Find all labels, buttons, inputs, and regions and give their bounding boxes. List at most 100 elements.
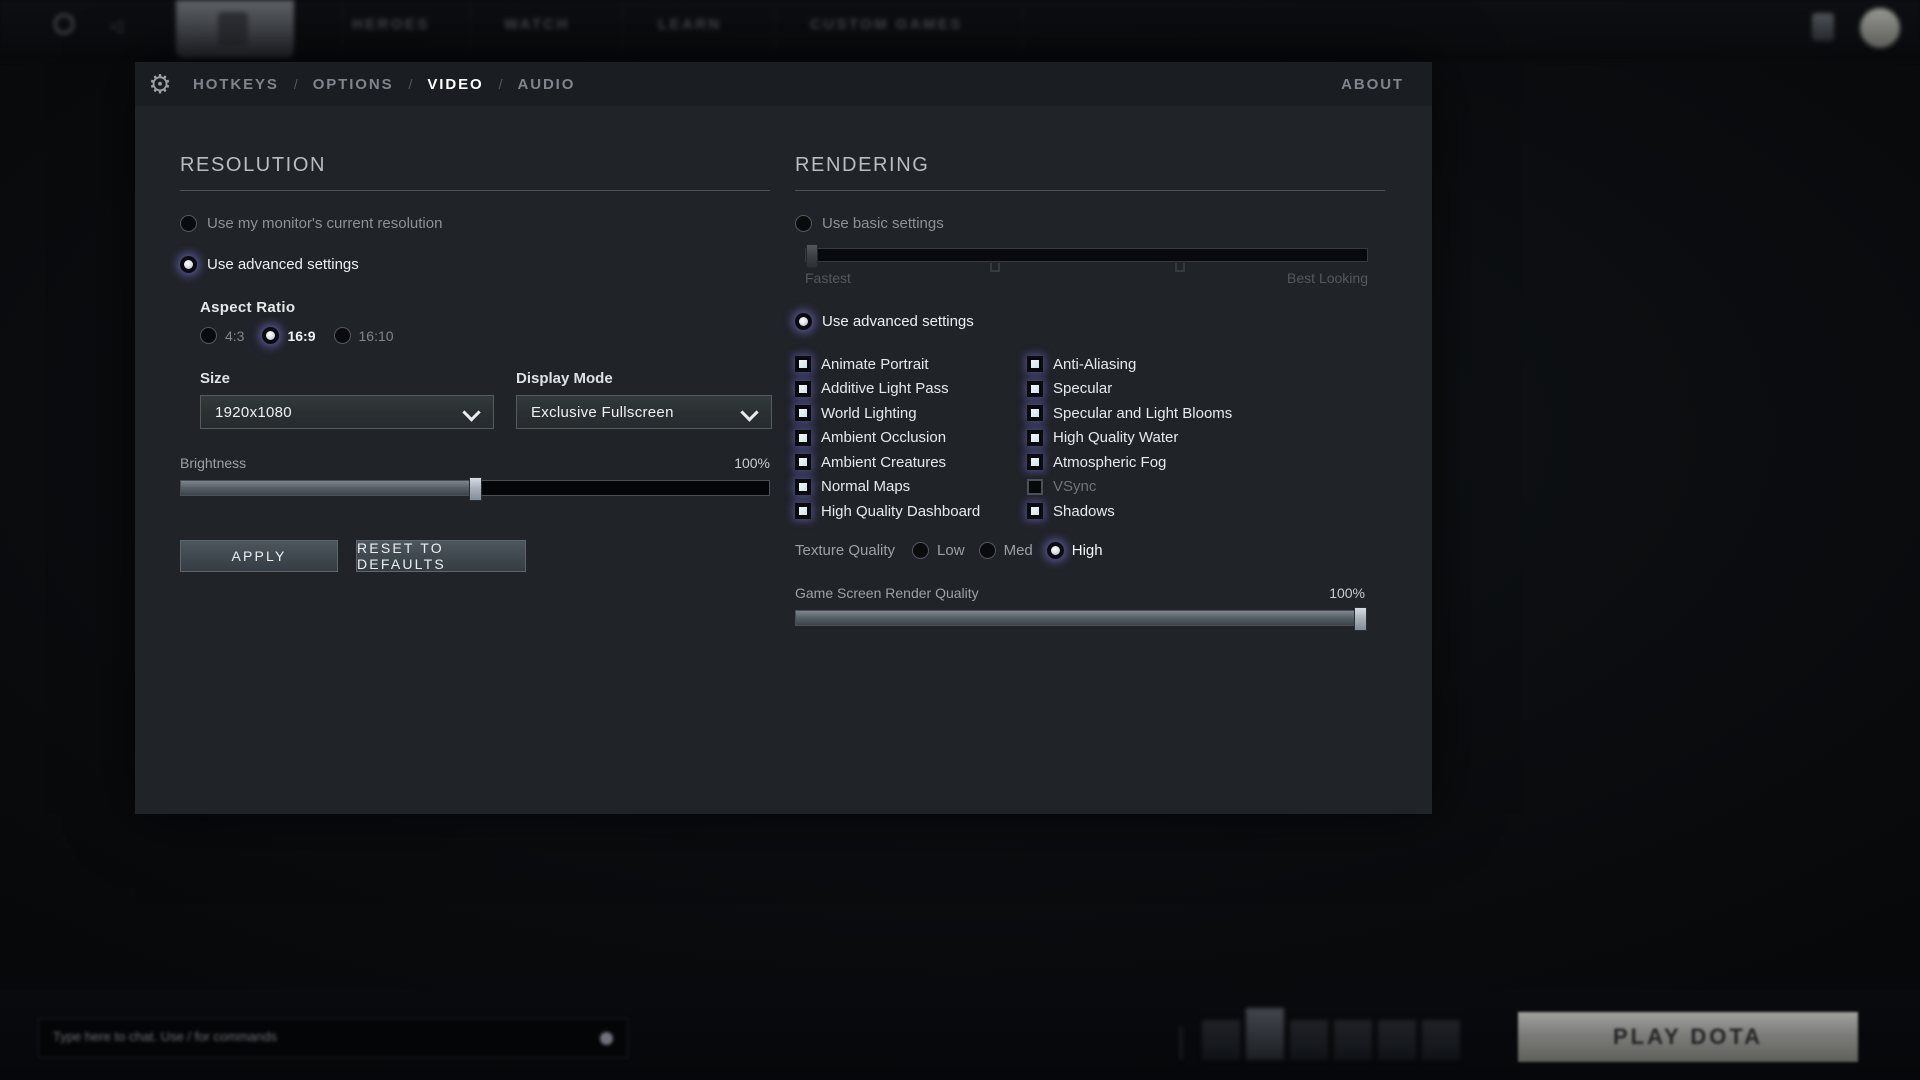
chat-input[interactable]: Type here to chat. Use / for commands: [38, 1018, 628, 1058]
bottom-icon-7[interactable]: [1422, 1020, 1460, 1060]
checkbox-row-high-quality-dashboard[interactable]: High Quality Dashboard: [795, 499, 1027, 524]
checkbox-ambient-occlusion-icon[interactable]: [795, 429, 811, 446]
tab-options[interactable]: OPTIONS: [313, 76, 394, 93]
texture-quality-low-icon[interactable]: [912, 541, 930, 559]
checkbox-high-quality-water-label: High Quality Water: [1053, 429, 1179, 447]
bottom-icon-2[interactable]: [1202, 1020, 1240, 1060]
basic-quality-slider[interactable]: [805, 244, 1368, 272]
play-dota-button[interactable]: PLAY DOTA: [1518, 1012, 1858, 1062]
radio-monitor-resolution-label: Use my monitor's current resolution: [207, 215, 443, 232]
bottom-icon-1[interactable]: [1180, 1026, 1196, 1060]
checkbox-specular-label: Specular: [1053, 380, 1113, 398]
checkbox-high-quality-water-icon[interactable]: [1027, 429, 1043, 446]
radio-advanced-resolution-label: Use advanced settings: [207, 256, 359, 273]
apply-button[interactable]: APPLY: [180, 540, 338, 572]
settings-gear-icon[interactable]: [54, 14, 74, 34]
render-quality-slider[interactable]: [795, 606, 1367, 631]
tab-separator: /: [293, 76, 298, 92]
aspect-ratio-4-3-icon[interactable]: [200, 327, 217, 344]
currency-icon[interactable]: [1812, 13, 1834, 41]
aspect-ratio-label: Aspect Ratio: [200, 299, 296, 316]
radio-advanced-rendering[interactable]: Use advanced settings: [795, 313, 1395, 330]
checkbox-row-vsync[interactable]: VSync: [1027, 475, 1395, 500]
radio-advanced-resolution-icon[interactable]: [180, 256, 197, 273]
checkbox-row-animate-portrait[interactable]: Animate Portrait: [795, 352, 1027, 377]
checkbox-atmospheric-fog-icon[interactable]: [1027, 454, 1043, 471]
bottom-icon-6[interactable]: [1378, 1020, 1416, 1060]
tab-about[interactable]: ABOUT: [1341, 76, 1404, 93]
user-avatar[interactable]: [1860, 8, 1900, 48]
dota-logo: [176, 0, 294, 58]
bottom-icon-4[interactable]: [1290, 1020, 1328, 1060]
texture-quality-label: Texture Quality: [795, 541, 896, 559]
checkbox-row-normal-maps[interactable]: Normal Maps: [795, 475, 1027, 500]
checkbox-high-quality-dashboard-icon[interactable]: [795, 503, 811, 520]
basic-quality-right-caption: Best Looking: [1287, 270, 1368, 286]
checkbox-normal-maps-icon[interactable]: [795, 478, 811, 495]
brightness-slider-block: Brightness 100%: [180, 455, 770, 501]
aspect-ratio-4-3[interactable]: 4:3: [200, 327, 244, 344]
checkbox-ambient-creatures-label: Ambient Creatures: [821, 453, 947, 471]
back-arrow-icon[interactable]: ◁: [110, 16, 124, 35]
size-dropdown[interactable]: 1920x1080: [200, 395, 494, 429]
checkbox-world-lighting-label: World Lighting: [821, 404, 917, 422]
radio-advanced-resolution[interactable]: Use advanced settings: [180, 256, 780, 273]
texture-quality-high-icon[interactable]: [1046, 541, 1064, 559]
bottom-icon-5[interactable]: [1334, 1020, 1372, 1060]
checkbox-row-anti-aliasing[interactable]: Anti-Aliasing: [1027, 352, 1395, 377]
checkbox-additive-light-pass-icon[interactable]: [795, 380, 811, 397]
tab-hotkeys[interactable]: HOTKEYS: [193, 76, 279, 93]
nav-item-watch[interactable]: WATCH: [504, 16, 570, 33]
aspect-ratio-16-10[interactable]: 16:10: [333, 327, 394, 344]
aspect-ratio-16-9[interactable]: 16:9: [262, 327, 316, 344]
size-label: Size: [200, 370, 231, 387]
checkbox-row-specular-and-light-blooms[interactable]: Specular and Light Blooms: [1027, 401, 1395, 426]
checkbox-shadows-icon[interactable]: [1027, 503, 1043, 520]
checkbox-animate-portrait-label: Animate Portrait: [821, 355, 929, 373]
display-mode-dropdown[interactable]: Exclusive Fullscreen: [516, 395, 772, 429]
checkbox-row-additive-light-pass[interactable]: Additive Light Pass: [795, 377, 1027, 402]
radio-advanced-rendering-icon[interactable]: [795, 313, 812, 330]
texture-quality-high[interactable]: High: [1046, 541, 1103, 559]
checkbox-row-world-lighting[interactable]: World Lighting: [795, 401, 1027, 426]
basic-quality-slider-handle[interactable]: [806, 244, 818, 268]
checkbox-animate-portrait-icon[interactable]: [795, 356, 811, 373]
nav-item-learn[interactable]: LEARN: [658, 16, 722, 33]
checkbox-row-specular[interactable]: Specular: [1027, 377, 1395, 402]
checkbox-ambient-occlusion-label: Ambient Occlusion: [821, 429, 947, 447]
texture-quality-low[interactable]: Low: [912, 541, 965, 559]
brightness-slider[interactable]: [180, 477, 770, 501]
nav-item-custom-games[interactable]: CUSTOM GAMES: [810, 16, 963, 33]
chat-status-dot: [600, 1032, 613, 1045]
radio-basic-rendering-icon[interactable]: [795, 215, 812, 232]
brightness-slider-handle[interactable]: [469, 477, 482, 501]
aspect-ratio-16-9-icon[interactable]: [262, 327, 280, 344]
texture-quality-med[interactable]: Med: [978, 541, 1033, 559]
nav-item-heroes[interactable]: HEROES: [352, 16, 430, 33]
chevron-down-icon: [464, 405, 479, 420]
tab-audio[interactable]: AUDIO: [517, 76, 575, 93]
tab-video[interactable]: VIDEO: [427, 76, 483, 93]
render-quality-slider-handle[interactable]: [1354, 606, 1367, 631]
aspect-ratio-16-10-icon[interactable]: [333, 327, 351, 344]
radio-basic-rendering[interactable]: Use basic settings: [795, 215, 1395, 232]
checkbox-specular-icon[interactable]: [1027, 380, 1043, 397]
checkbox-specular-and-light-blooms-icon[interactable]: [1027, 405, 1043, 422]
checkbox-vsync-icon[interactable]: [1027, 478, 1043, 495]
checkbox-row-shadows[interactable]: Shadows: [1027, 499, 1395, 524]
checkbox-row-ambient-occlusion[interactable]: Ambient Occlusion: [795, 426, 1027, 451]
checkbox-ambient-creatures-icon[interactable]: [795, 454, 811, 471]
bottom-icon-strip: [1180, 1008, 1460, 1060]
checkbox-row-ambient-creatures[interactable]: Ambient Creatures: [795, 450, 1027, 475]
gear-icon[interactable]: ⚙: [143, 67, 177, 101]
texture-quality-med-icon[interactable]: [978, 541, 996, 559]
bottom-icon-3[interactable]: [1246, 1008, 1284, 1060]
radio-monitor-resolution-icon[interactable]: [180, 215, 197, 232]
checkbox-anti-aliasing-icon[interactable]: [1027, 356, 1043, 373]
checkbox-row-atmospheric-fog[interactable]: Atmospheric Fog: [1027, 450, 1395, 475]
radio-monitor-resolution[interactable]: Use my monitor's current resolution: [180, 215, 780, 232]
reset-to-defaults-button[interactable]: RESET TO DEFAULTS: [356, 540, 526, 572]
checkbox-world-lighting-icon[interactable]: [795, 405, 811, 422]
checkbox-row-high-quality-water[interactable]: High Quality Water: [1027, 426, 1395, 451]
display-mode-dropdown-value: Exclusive Fullscreen: [531, 403, 674, 421]
